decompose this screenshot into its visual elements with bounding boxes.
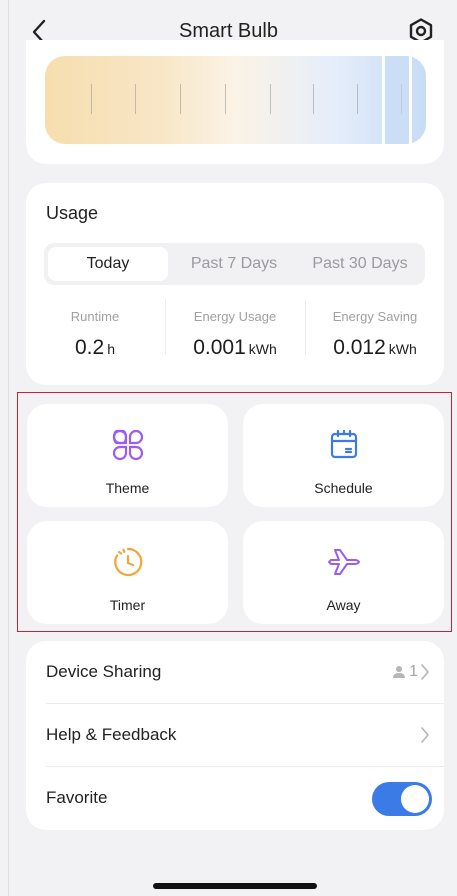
clock-icon bbox=[113, 547, 142, 577]
stat-unit: h bbox=[107, 341, 115, 357]
home-indicator bbox=[153, 883, 317, 889]
tile-label: Theme bbox=[105, 480, 150, 496]
airplane-icon bbox=[327, 549, 360, 575]
stat-energy-usage: Energy Usage 0.001 kWh bbox=[166, 309, 304, 360]
person-icon bbox=[393, 666, 406, 678]
help-feedback-row[interactable]: Help & Feedback bbox=[26, 704, 444, 767]
sharing-count-value: 1 bbox=[409, 663, 418, 680]
stat-unit: kWh bbox=[388, 341, 417, 357]
usage-period-tabs: Today Past 7 Days Past 30 Days bbox=[44, 243, 425, 285]
stat-value: 0.2 h bbox=[26, 336, 164, 360]
slider-thumb[interactable] bbox=[382, 56, 412, 144]
usage-card: Usage Today Past 7 Days Past 30 Days Run… bbox=[26, 183, 444, 385]
stat-unit: kWh bbox=[248, 341, 277, 357]
calendar-icon bbox=[330, 429, 357, 459]
favorite-toggle[interactable] bbox=[372, 782, 432, 816]
slider-tick bbox=[225, 84, 226, 114]
timer-tile[interactable]: Timer bbox=[27, 521, 228, 624]
tile-label: Timer bbox=[109, 597, 146, 613]
stat-label: Runtime bbox=[70, 309, 120, 324]
tile-label: Schedule bbox=[314, 480, 373, 496]
stat-value: 0.012 kWh bbox=[306, 336, 444, 360]
toggle-knob bbox=[401, 785, 429, 813]
schedule-tile[interactable]: Schedule bbox=[243, 404, 444, 507]
away-tile[interactable]: Away bbox=[243, 521, 444, 624]
tile-label: Away bbox=[326, 597, 361, 613]
stat-runtime: Runtime 0.2 h bbox=[26, 309, 164, 360]
chevron-right-icon bbox=[421, 664, 429, 680]
slider-tick bbox=[180, 84, 181, 114]
chevron-right-icon bbox=[421, 727, 429, 743]
tab-past-7-days[interactable]: Past 7 Days bbox=[174, 247, 294, 281]
usage-title: Usage bbox=[46, 203, 99, 223]
list-label: Favorite bbox=[46, 788, 108, 807]
stat-number: 0.001 bbox=[193, 336, 246, 359]
device-sharing-row[interactable]: Device Sharing 1 bbox=[26, 641, 444, 704]
slider-tick bbox=[91, 84, 92, 114]
stat-value: 0.001 kWh bbox=[166, 336, 304, 360]
tab-today[interactable]: Today bbox=[48, 247, 168, 281]
list-label: Help & Feedback bbox=[46, 725, 177, 744]
slider-tick bbox=[135, 84, 136, 114]
slider-tick bbox=[313, 84, 314, 114]
settings-list: Device Sharing 1 Help & Feedback Favorit… bbox=[26, 641, 444, 830]
list-label: Device Sharing bbox=[46, 662, 162, 681]
color-temperature-slider[interactable] bbox=[45, 56, 426, 144]
stat-energy-saving: Energy Saving 0.012 kWh bbox=[306, 309, 444, 360]
theme-grid-icon bbox=[112, 429, 143, 461]
favorite-row: Favorite bbox=[26, 767, 444, 830]
color-temperature-card bbox=[26, 40, 444, 164]
stat-label: Energy Usage bbox=[193, 309, 277, 324]
slider-tick bbox=[270, 84, 271, 114]
tab-past-30-days[interactable]: Past 30 Days bbox=[300, 247, 420, 281]
edge-line bbox=[8, 0, 9, 896]
stat-label: Energy Saving bbox=[332, 309, 418, 324]
stat-number: 0.2 bbox=[75, 336, 105, 359]
theme-tile[interactable]: Theme bbox=[27, 404, 228, 507]
sharing-count: 1 bbox=[392, 663, 418, 681]
slider-tick bbox=[357, 84, 358, 114]
stat-number: 0.012 bbox=[333, 336, 386, 359]
